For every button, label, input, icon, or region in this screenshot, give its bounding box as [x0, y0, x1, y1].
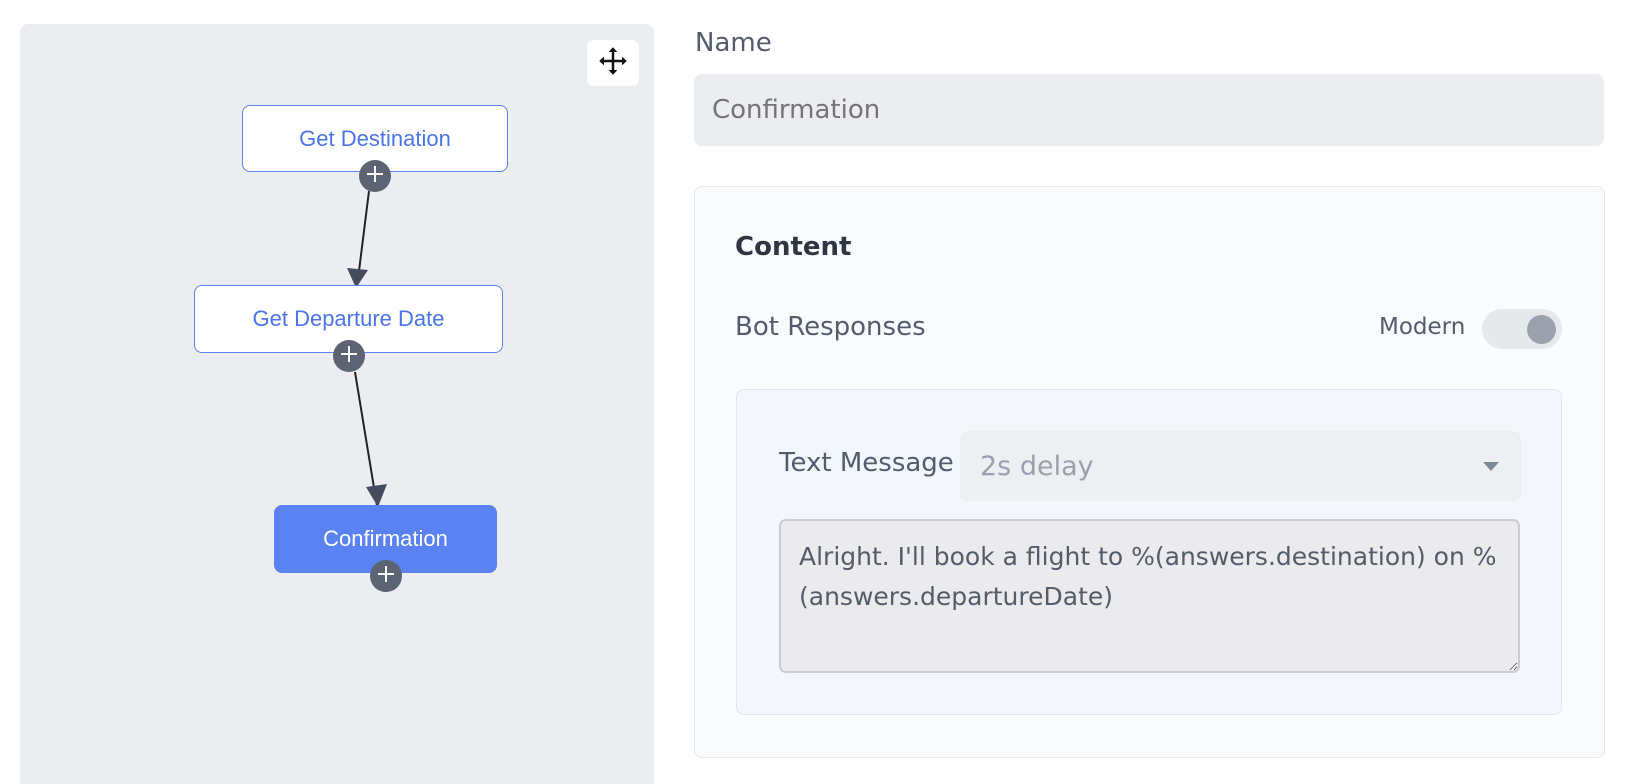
toggle-knob	[1527, 315, 1556, 344]
flow-node-label: Get Departure Date	[252, 306, 445, 331]
content-title: Content	[735, 232, 852, 262]
move-canvas-button[interactable]	[587, 40, 639, 86]
name-label: Name	[695, 28, 772, 58]
delay-select[interactable]: 2s delay	[960, 431, 1521, 501]
delay-select-value: 2s delay	[980, 450, 1094, 482]
modern-toggle-label: Modern	[1379, 314, 1466, 340]
modern-toggle[interactable]	[1482, 309, 1562, 349]
add-step-button[interactable]	[333, 340, 365, 372]
add-step-button[interactable]	[370, 560, 402, 592]
flow-node-label: Confirmation	[323, 526, 448, 551]
plus-icon	[377, 565, 395, 587]
bot-responses-label: Bot Responses	[735, 312, 926, 342]
move-arrows-icon	[598, 46, 628, 80]
flow-node-label: Get Destination	[299, 125, 451, 151]
chevron-down-icon	[1483, 461, 1499, 471]
name-input[interactable]	[694, 74, 1604, 146]
plus-icon	[366, 165, 384, 187]
plus-icon	[340, 345, 358, 367]
response-type-label: Text Message	[779, 448, 954, 478]
add-step-button[interactable]	[359, 160, 391, 192]
message-textarea[interactable]: Alright. I'll book a flight to %(answers…	[779, 519, 1520, 673]
